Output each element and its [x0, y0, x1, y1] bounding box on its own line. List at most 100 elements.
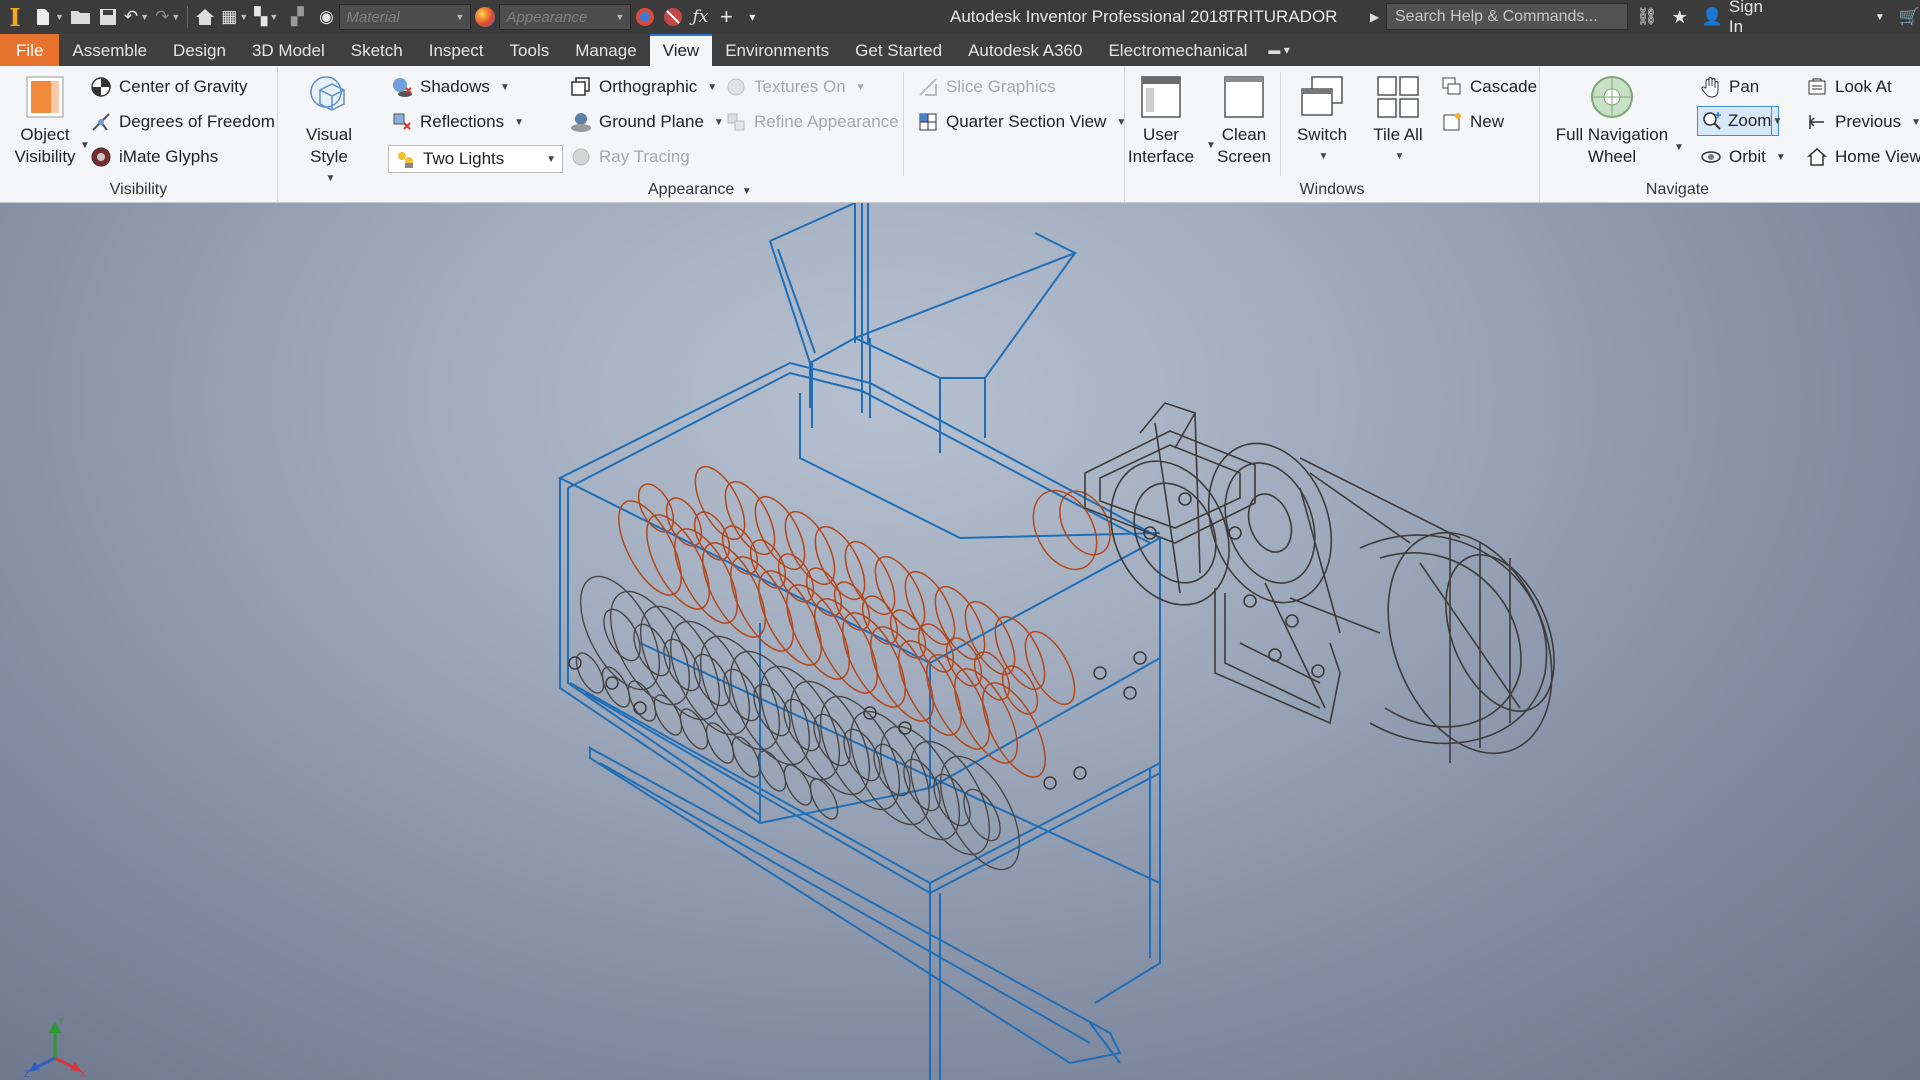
binoculars-icon[interactable]: ⛓ — [1636, 7, 1658, 27]
tab-view[interactable]: View — [649, 34, 713, 66]
home-icon[interactable] — [192, 0, 218, 34]
tab-design[interactable]: Design — [160, 34, 239, 66]
rotor-blade — [1024, 630, 1076, 706]
ground-plane-icon — [570, 111, 592, 133]
redo-icon[interactable]: ↷ ▼ — [152, 0, 183, 34]
user-interface-label-2: Interface — [1127, 147, 1195, 166]
save-icon[interactable] — [95, 0, 121, 34]
home-view-icon — [1806, 146, 1828, 168]
ribbon-display-toggle-icon[interactable]: ▬ ▾ — [1268, 34, 1289, 66]
shadows-dropdown-icon: ▼ — [499, 81, 510, 93]
new-file-icon[interactable]: ▼ — [30, 0, 67, 34]
add-icon[interactable]: + — [713, 0, 739, 34]
tab-assemble[interactable]: Assemble — [59, 34, 160, 66]
clean-screen-button[interactable]: Clean Screen — [1213, 74, 1275, 168]
rotor-blade-tip — [749, 539, 787, 589]
switch-button[interactable]: Switch ▼ — [1287, 74, 1357, 168]
user-interface-icon — [1138, 74, 1184, 120]
title-right-group: ⛓ ★ 👤 Sign In ▼ 🛒 — [1636, 0, 1920, 37]
frame-bolt — [633, 701, 647, 715]
zoom-main[interactable]: Zoom — [1698, 110, 1771, 132]
visual-style-button[interactable]: Visual Style ▼ — [288, 74, 370, 190]
appearance-combo[interactable]: Appearance ▼ — [499, 4, 632, 30]
ground-plane-button[interactable]: Ground Plane ▼ — [570, 111, 724, 133]
refine-appearance-button[interactable]: Refine Appearance — [725, 111, 899, 133]
update-icon[interactable]: ▦ ▼ — [218, 0, 251, 34]
full-navigation-wheel-button[interactable]: Full Navigation Wheel — [1550, 74, 1674, 168]
visibility-panel-label: Visibility — [109, 181, 168, 198]
open-folder-icon[interactable] — [67, 0, 95, 34]
orthographic-icon — [570, 76, 592, 98]
clear-appearance-icon[interactable] — [659, 0, 687, 34]
new-window-button[interactable]: New — [1441, 111, 1504, 133]
tab-inspect[interactable]: Inspect — [416, 34, 497, 66]
cascade-button[interactable]: Cascade — [1441, 76, 1537, 98]
adjust-appearance-icon[interactable] — [631, 0, 659, 34]
center-of-gravity-button[interactable]: Center of Gravity — [90, 76, 248, 98]
tab-sketch[interactable]: Sketch — [338, 34, 416, 66]
parameters-fx-icon[interactable]: ƒx — [687, 0, 713, 34]
material-combo[interactable]: Material ▼ — [339, 4, 472, 30]
pan-button[interactable]: Pan — [1700, 76, 1759, 98]
globe-icon[interactable]: ◉ — [313, 0, 339, 34]
lighting-style-combo[interactable]: Two Lights ▼ — [388, 145, 563, 173]
shredder-assembly-wireframe[interactable] — [0, 203, 1920, 1080]
customize-qa-icon[interactable]: ▾ — [739, 0, 765, 34]
reflections-button[interactable]: Reflections ▼ — [391, 111, 524, 133]
degrees-of-freedom-icon — [90, 111, 112, 133]
cascade-icon — [1441, 76, 1463, 98]
degrees-of-freedom-button[interactable]: Degrees of Freedom — [90, 111, 275, 133]
ray-tracing-button[interactable]: Ray Tracing — [570, 146, 690, 168]
tile-all-button[interactable]: Tile All ▼ — [1363, 74, 1433, 168]
orthographic-button[interactable]: Orthographic ▼ — [570, 76, 717, 98]
sign-in-button[interactable]: 👤 Sign In — [1702, 0, 1771, 37]
slice-graphics-button[interactable]: Slice Graphics — [917, 76, 1056, 98]
tab-electromechanical[interactable]: Electromechanical — [1095, 34, 1260, 66]
center-of-gravity-label: Center of Gravity — [119, 77, 248, 96]
select-mode-icon[interactable]: ▚ ▼ — [251, 0, 281, 34]
star-icon[interactable]: ★ — [1672, 7, 1688, 28]
object-visibility-dropdown-icon[interactable]: ▼ — [80, 140, 90, 151]
previous-view-button[interactable]: Previous ▼ — [1806, 111, 1920, 133]
look-at-button[interactable]: Look At — [1806, 76, 1892, 98]
previous-view-dropdown-icon: ▼ — [1911, 116, 1920, 128]
full-navigation-dropdown-icon[interactable]: ▼ — [1674, 142, 1684, 153]
home-view-button[interactable]: Home View — [1806, 146, 1920, 168]
search-input[interactable]: Search Help & Commands... — [1386, 3, 1628, 30]
appearance-panel-title: Appearance — [648, 181, 735, 198]
graphics-viewport[interactable]: Y X Z — [0, 203, 1920, 1080]
textures-on-button[interactable]: Textures On ▼ — [725, 76, 866, 98]
measure-icon[interactable]: ▗▘ — [281, 0, 313, 34]
tab-autodesk-a360[interactable]: Autodesk A360 — [955, 34, 1095, 66]
rotor-blade — [874, 555, 926, 631]
ribbon-panel-area: Object Visibility ▼ Center of Gravity De… — [0, 66, 1920, 203]
cart-icon[interactable]: 🛒 — [1899, 7, 1920, 27]
cutter-disc — [939, 755, 1021, 871]
rotor-blade-tip — [777, 553, 815, 603]
zoom-button[interactable]: Zoom ▼ — [1697, 106, 1782, 136]
quarter-section-view-button[interactable]: Quarter Section View ▼ — [917, 111, 1126, 133]
shadows-button[interactable]: Shadows ▼ — [391, 76, 510, 98]
frame-bolt — [568, 656, 582, 670]
rotor-blade-tip — [637, 483, 675, 533]
tab-file[interactable]: File — [0, 34, 60, 66]
separator — [187, 6, 189, 28]
tab-environments[interactable]: Environments — [712, 34, 842, 66]
ground-plane-dropdown-icon: ▼ — [713, 116, 724, 128]
zoom-dropdown[interactable]: ▼ — [1771, 107, 1782, 135]
user-interface-button[interactable]: User Interface — [1127, 74, 1195, 168]
object-visibility-button[interactable]: Object Visibility — [8, 74, 82, 168]
tab-manage[interactable]: Manage — [562, 34, 649, 66]
new-window-icon — [1441, 111, 1463, 133]
rotor-blade-tip — [945, 637, 983, 687]
cutter-disc — [879, 725, 961, 841]
tab-get-started[interactable]: Get Started — [842, 34, 955, 66]
undo-icon[interactable]: ↶ ▼ — [121, 0, 152, 34]
orbit-button[interactable]: Orbit ▼ — [1700, 146, 1786, 168]
inventor-logo[interactable]: I — [0, 0, 30, 34]
tab-tools[interactable]: Tools — [497, 34, 563, 66]
sign-in-dropdown-icon[interactable]: ▼ — [1875, 12, 1885, 23]
appearance-panel-label[interactable]: Appearance ▼ — [648, 181, 1124, 199]
imate-glyphs-button[interactable]: iMate Glyphs — [90, 146, 218, 168]
tab-3d-model[interactable]: 3D Model — [239, 34, 338, 66]
